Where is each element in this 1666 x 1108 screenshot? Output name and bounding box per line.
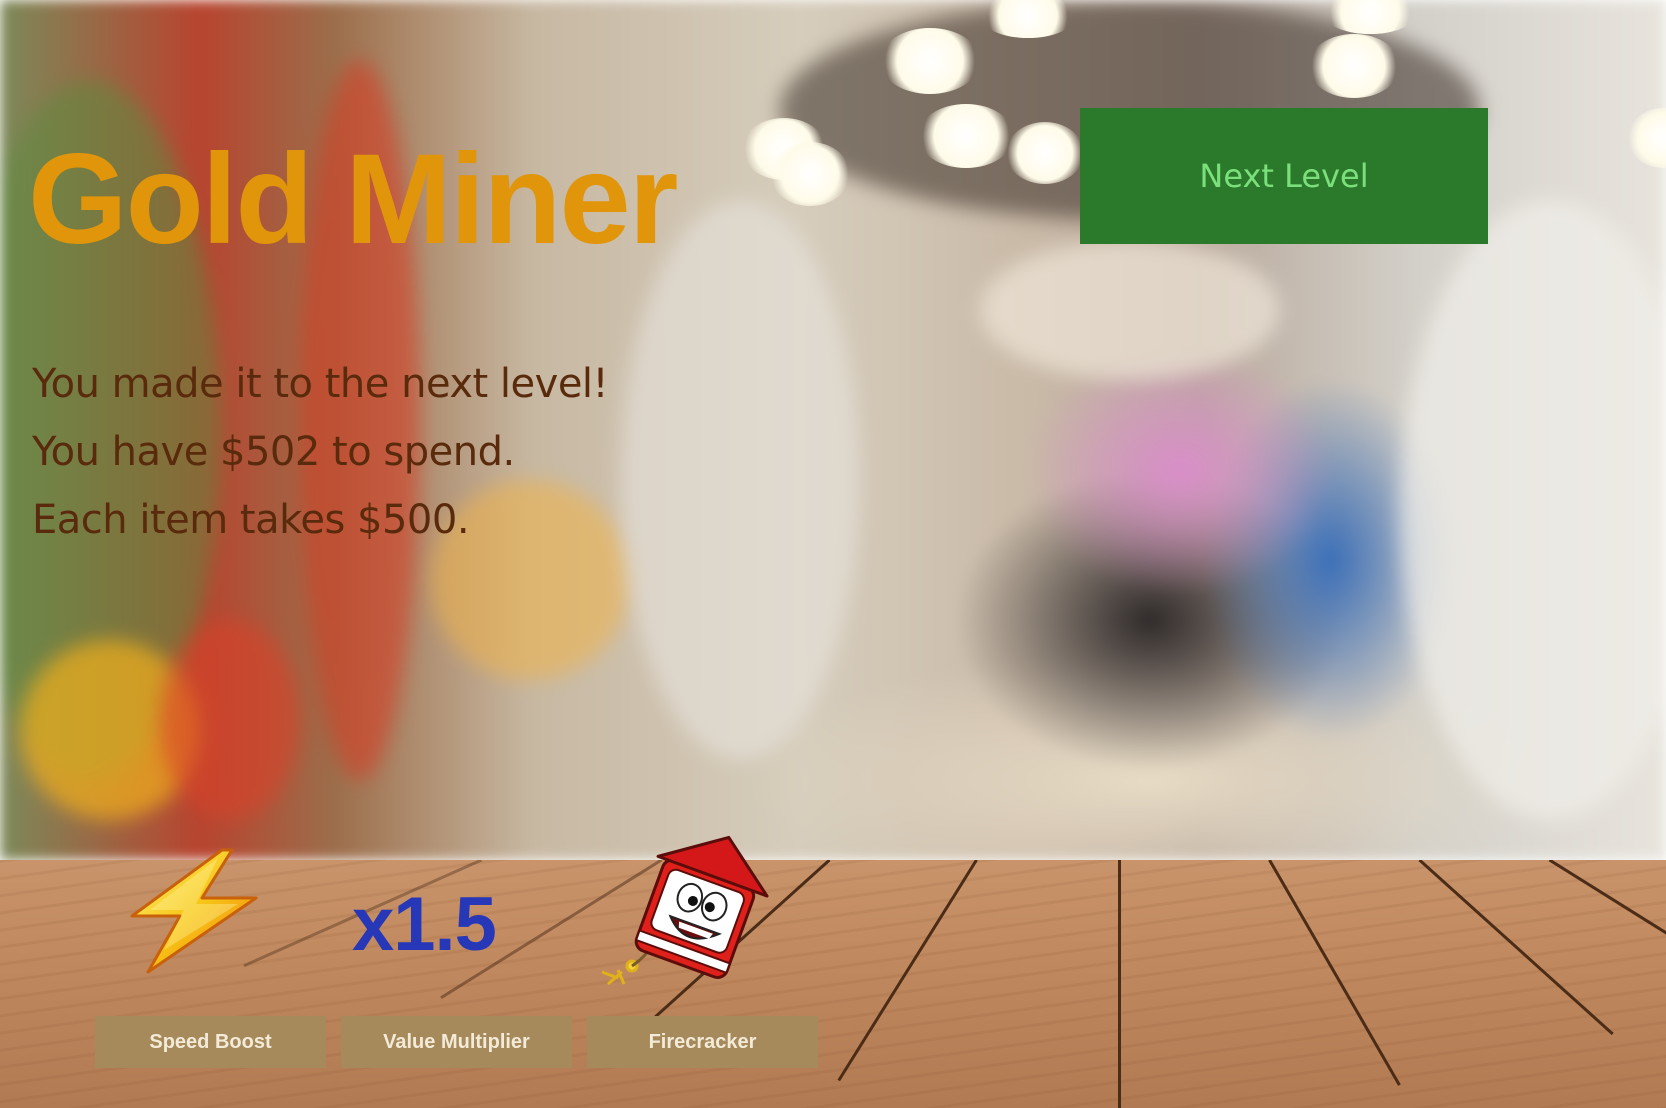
item-cost-message: Each item takes $500. xyxy=(32,497,470,543)
level-complete-message: You made it to the next level! xyxy=(32,361,609,407)
lightning-bolt-icon xyxy=(130,848,258,974)
ceiling-light xyxy=(770,142,850,206)
value-multiplier-button[interactable]: Value Multiplier xyxy=(341,1016,572,1068)
money-available-message: You have $502 to spend. xyxy=(32,429,515,475)
multiplier-text-icon: x1.5 xyxy=(352,882,497,967)
firecracker-button[interactable]: Firecracker xyxy=(587,1016,818,1068)
ceiling-light xyxy=(918,104,1014,168)
ceiling-light xyxy=(1006,122,1084,184)
game-scene: Gold Miner Next Level You made it to the… xyxy=(0,0,1666,1108)
next-level-button[interactable]: Next Level xyxy=(1080,108,1488,244)
ceiling-light xyxy=(1308,34,1400,98)
speed-boost-button[interactable]: Speed Boost xyxy=(95,1016,326,1068)
ceiling-light xyxy=(880,28,980,94)
firecracker-icon xyxy=(601,835,769,986)
game-title: Gold Miner xyxy=(28,128,678,271)
